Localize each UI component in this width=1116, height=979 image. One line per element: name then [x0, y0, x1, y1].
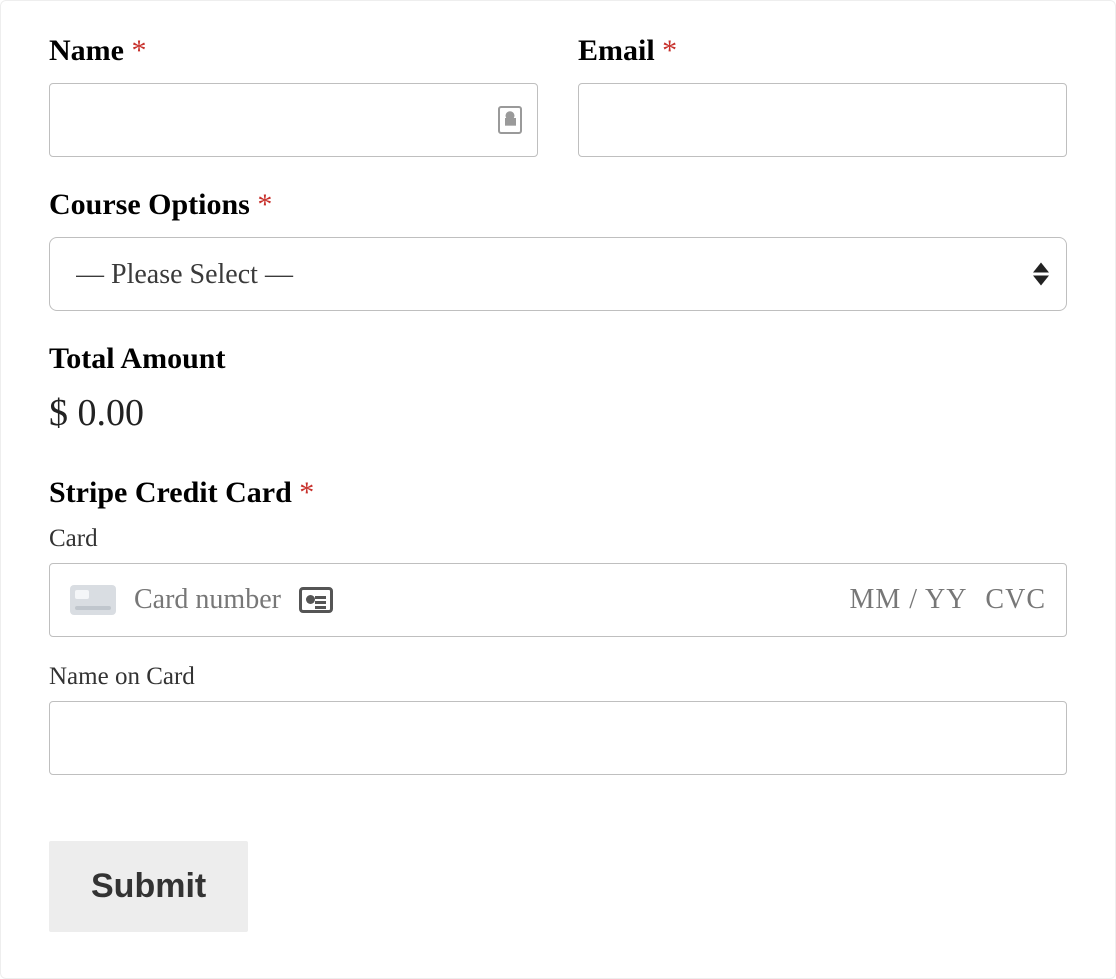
id-card-icon	[299, 587, 333, 613]
card-input[interactable]: Card number MM / YY CVC	[49, 563, 1067, 637]
email-input[interactable]	[578, 83, 1067, 157]
card-sublabel: Card	[49, 525, 1067, 553]
name-on-card-sublabel: Name on Card	[49, 663, 1067, 691]
email-label-text: Email	[578, 34, 655, 67]
course-select-wrap: — Please Select —	[49, 237, 1067, 311]
stripe-section: Stripe Credit Card * Card Card number MM…	[49, 475, 1067, 775]
name-input[interactable]	[49, 83, 538, 157]
total-section: Total Amount $ 0.00	[49, 341, 1067, 435]
stripe-label-text: Stripe Credit Card	[49, 476, 292, 509]
required-marker: *	[299, 476, 314, 509]
credit-card-icon	[70, 585, 116, 615]
required-marker: *	[257, 188, 272, 221]
total-label: Total Amount	[49, 341, 1067, 377]
row-name-email: Name * Email *	[49, 33, 1067, 157]
card-right-placeholders: MM / YY CVC	[849, 584, 1046, 616]
course-select[interactable]: — Please Select —	[49, 237, 1067, 311]
name-input-wrap	[49, 83, 538, 157]
expiry-placeholder: MM / YY	[849, 584, 967, 616]
name-on-card-input[interactable]	[49, 701, 1067, 775]
course-label-text: Course Options	[49, 188, 250, 221]
course-section: Course Options * — Please Select —	[49, 187, 1067, 311]
form-container: Name * Email * Course Options * — Please…	[0, 0, 1116, 979]
card-number-placeholder: Card number	[134, 584, 831, 616]
email-field-group: Email *	[578, 33, 1067, 157]
contact-icon	[498, 106, 522, 134]
stripe-label: Stripe Credit Card *	[49, 475, 1067, 511]
name-label: Name *	[49, 33, 538, 69]
total-amount-value: $ 0.00	[49, 391, 1067, 435]
name-label-text: Name	[49, 34, 124, 67]
name-field-group: Name *	[49, 33, 538, 157]
submit-button[interactable]: Submit	[49, 841, 248, 932]
required-marker: *	[131, 34, 146, 67]
email-label: Email *	[578, 33, 1067, 69]
cvc-placeholder: CVC	[985, 584, 1046, 616]
required-marker: *	[662, 34, 677, 67]
course-label: Course Options *	[49, 187, 1067, 223]
